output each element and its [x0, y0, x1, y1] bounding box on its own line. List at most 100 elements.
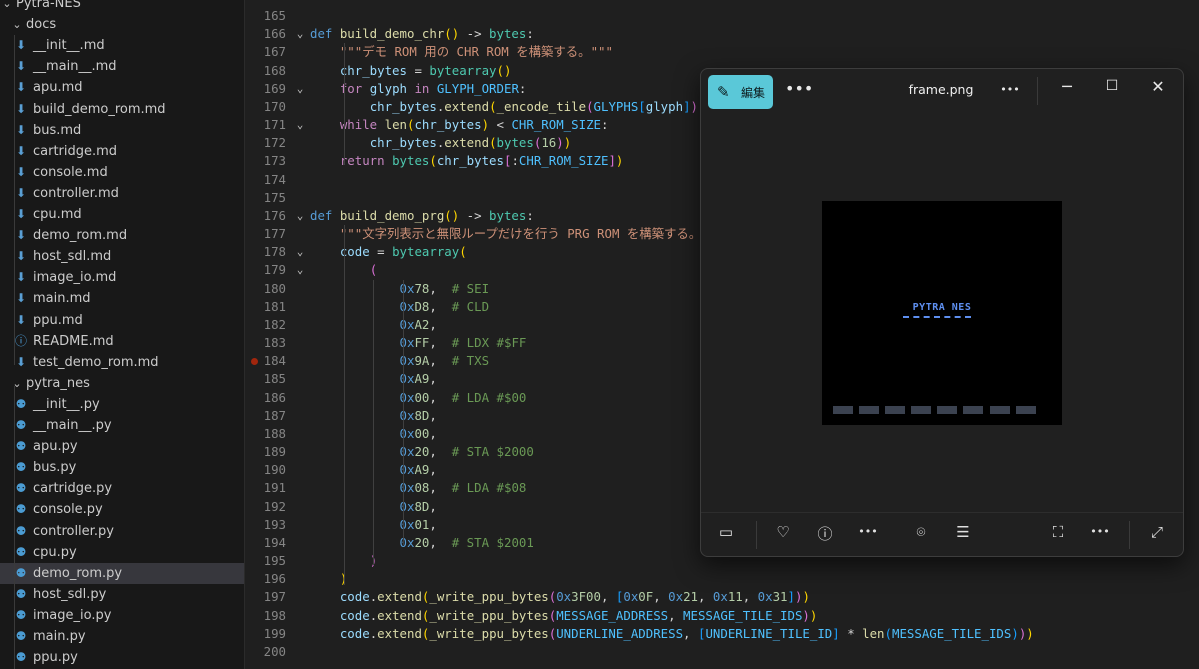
- code-token: glyph: [369, 80, 407, 96]
- fold-chevron-icon[interactable]: ⌄: [293, 207, 307, 225]
- file-item[interactable]: ⚉ main.py: [0, 626, 244, 647]
- more-icon[interactable]: •••: [856, 523, 880, 541]
- file-label: demo_rom.md: [33, 228, 128, 244]
- file-item[interactable]: ⬇ console.md: [0, 162, 244, 183]
- code-token: # TXS: [451, 353, 490, 369]
- folder-item[interactable]: ⌄ docs: [0, 14, 244, 35]
- file-item[interactable]: ⚉ controller.py: [0, 521, 244, 542]
- code-token: ,: [600, 589, 616, 605]
- code-token: ]: [787, 589, 795, 605]
- code-line[interactable]: 196 ): [245, 570, 1199, 588]
- file-item[interactable]: ⚉ host_sdl.py: [0, 584, 244, 605]
- edit-button[interactable]: ✎ 編集: [708, 75, 773, 109]
- file-item[interactable]: ⬇ ppu.md: [0, 310, 244, 331]
- file-label: __init__.md: [33, 38, 105, 54]
- file-label: controller.md: [33, 185, 119, 201]
- code-token: """文字列表示と無限ループだけを行う PRG ROM を構築する。""": [339, 226, 724, 242]
- chevron-down-icon: ⌄: [12, 18, 22, 32]
- explorer-sidebar: ⌄ Pytra-NES ⌄ docs ⬇ __init__.md ⬇ __main__.md ⬇…: [0, 0, 245, 669]
- file-item[interactable]: ⬇ cartridge.md: [0, 141, 244, 162]
- file-item[interactable]: ⬇ demo_rom.md: [0, 225, 244, 246]
- code-line[interactable]: 197 code.extend(_write_ppu_bytes(0x3F00,…: [245, 588, 1199, 606]
- frame-message-text: PYTRA NES: [912, 302, 972, 313]
- file-item[interactable]: ⬇ host_sdl.md: [0, 246, 244, 267]
- maximize-icon[interactable]: ☐: [1102, 78, 1122, 94]
- file-item[interactable]: ⚉ apu.py: [0, 436, 244, 457]
- minimize-icon[interactable]: ─: [1057, 77, 1077, 96]
- scan-text-icon[interactable]: ☰: [951, 523, 975, 541]
- code-text: code.extend(_write_ppu_bytes(UNDERLINE_A…: [310, 625, 1034, 643]
- file-item[interactable]: ⬇ apu.md: [0, 77, 244, 98]
- window-title: frame.png: [908, 82, 974, 97]
- folder-item[interactable]: ⌄ Pytra-NES: [0, 0, 244, 14]
- file-item[interactable]: ⬇ test_demo_rom.md: [0, 352, 244, 373]
- code-token: def: [310, 207, 340, 223]
- file-label: build_demo_rom.md: [33, 101, 166, 117]
- file-item[interactable]: ⚉ console.py: [0, 499, 244, 520]
- code-line[interactable]: 166 ⌄ def build_demo_chr() -> bytes:: [245, 25, 1199, 43]
- file-item[interactable]: ⓘ README.md: [0, 331, 244, 352]
- code-token: extend: [377, 607, 422, 623]
- line-number: 180: [263, 280, 286, 296]
- code-line[interactable]: 198 code.extend(_write_ppu_bytes(MESSAGE…: [245, 607, 1199, 625]
- code-token: extend: [377, 625, 422, 641]
- file-item[interactable]: ⬇ __main__.md: [0, 56, 244, 77]
- file-item[interactable]: ⚉ __init__.py: [0, 394, 244, 415]
- code-text: 0xFF, # LDX #$FF: [310, 334, 527, 352]
- viewer-bottom-toolbar: ▭ ♡ ⓘ ••• ⌾ ☰ ⛶ ••• ⤢: [701, 512, 1183, 556]
- file-label: cpu.py: [33, 544, 77, 560]
- heart-icon[interactable]: ♡: [771, 523, 795, 541]
- code-token: ,: [429, 498, 437, 514]
- file-item[interactable]: ⚉ ppu.py: [0, 647, 244, 668]
- code-token: 08: [414, 480, 430, 496]
- code-token: 3F00: [571, 589, 601, 605]
- code-line[interactable]: 165: [245, 7, 1199, 25]
- fold-chevron-icon[interactable]: ⌄: [293, 80, 307, 98]
- python-file-icon: ⚉: [15, 460, 27, 475]
- fold-chevron-icon[interactable]: ⌄: [293, 25, 307, 43]
- code-line[interactable]: 200: [245, 643, 1199, 661]
- fit-to-window-icon[interactable]: ⛶: [1046, 523, 1070, 541]
- fold-chevron-icon[interactable]: ⌄: [293, 116, 307, 134]
- more-options-icon[interactable]: •••: [785, 79, 813, 98]
- file-item[interactable]: ⚉ cpu.py: [0, 542, 244, 563]
- file-item[interactable]: ⬇ cpu.md: [0, 204, 244, 225]
- more-icon[interactable]: •••: [1088, 523, 1112, 541]
- code-token: extend: [444, 98, 490, 114]
- filmstrip-icon[interactable]: ▭: [714, 523, 738, 541]
- file-item[interactable]: ⚉ cartridge.py: [0, 478, 244, 499]
- folder-item[interactable]: ⌄ pytra_nes: [0, 373, 244, 394]
- fold-chevron-icon[interactable]: ⌄: [293, 261, 307, 279]
- file-item[interactable]: ⬇ __init__.md: [0, 35, 244, 56]
- more-icon[interactable]: •••: [999, 79, 1021, 101]
- line-number: 175: [263, 189, 286, 205]
- file-item[interactable]: ⬇ image_io.md: [0, 267, 244, 288]
- info-icon[interactable]: ⓘ: [813, 523, 837, 544]
- file-item[interactable]: ⬇ bus.md: [0, 120, 244, 141]
- python-file-icon: ⚉: [15, 439, 27, 454]
- file-item[interactable]: ⚉ bus.py: [0, 457, 244, 478]
- fold-chevron-icon[interactable]: ⌄: [293, 243, 307, 261]
- file-item[interactable]: ⚉ demo_rom.py: [0, 562, 244, 584]
- close-icon[interactable]: ✕: [1148, 77, 1168, 96]
- code-line[interactable]: 199 code.extend(_write_ppu_bytes(UNDERLI…: [245, 625, 1199, 643]
- file-item[interactable]: ⚉ __main__.py: [0, 415, 244, 436]
- markdown-file-icon: ⬇: [15, 270, 27, 285]
- info-file-icon: ⓘ: [14, 333, 27, 348]
- markdown-file-icon: ⬇: [15, 164, 27, 179]
- file-item[interactable]: ⬇ build_demo_rom.md: [0, 99, 244, 120]
- file-item[interactable]: ⚉ image_io.py: [0, 605, 244, 626]
- code-text: 0x08, # LDA #$08: [310, 479, 527, 497]
- file-item[interactable]: ⬇ controller.md: [0, 183, 244, 204]
- visual-search-icon[interactable]: ⌾: [909, 523, 933, 541]
- code-token: MESSAGE_TILE_IDS: [891, 625, 1012, 641]
- code-text: 0x00, # LDA #$00: [310, 389, 527, 407]
- file-item[interactable]: ⬇ main.md: [0, 288, 244, 309]
- code-line[interactable]: 167 """デモ ROM 用の CHR ROM を構築する。""": [245, 43, 1199, 61]
- fullscreen-icon[interactable]: ⤢: [1145, 523, 1169, 541]
- frame-tile: [937, 406, 957, 414]
- code-token: ,: [429, 407, 437, 423]
